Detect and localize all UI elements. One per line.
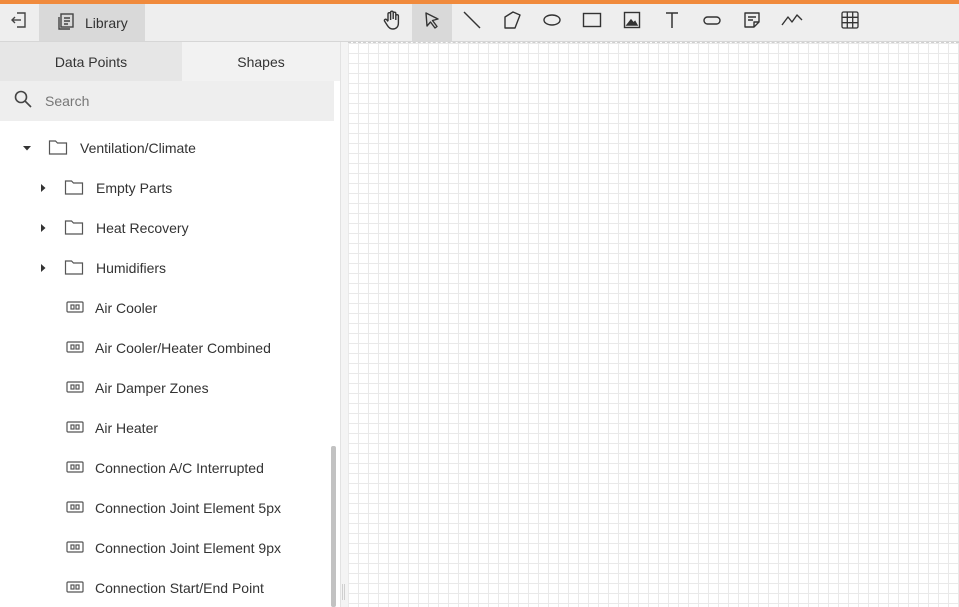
search-input[interactable]	[45, 93, 305, 109]
text-icon	[662, 10, 682, 35]
trend-icon	[781, 10, 803, 35]
button-tool[interactable]	[692, 4, 732, 41]
polygon-tool[interactable]	[492, 4, 532, 41]
tree-shape-connection-joint-5px[interactable]: Connection Joint Element 5px	[0, 488, 334, 528]
ellipse-icon	[542, 10, 562, 35]
line-tool[interactable]	[452, 4, 492, 41]
tab-data-points[interactable]: Data Points	[0, 42, 182, 81]
tree-shape-connection-ac-interrupted[interactable]: Connection A/C Interrupted	[0, 448, 334, 488]
text-tool[interactable]	[652, 4, 692, 41]
caret-right-icon[interactable]	[37, 182, 49, 194]
folder-icon	[48, 138, 68, 159]
tree-shape-air-cooler-heater-combined[interactable]: Air Cooler/Heater Combined	[0, 328, 334, 368]
grid-tool[interactable]	[830, 4, 870, 41]
drawing-tools	[372, 4, 870, 41]
caret-right-icon[interactable]	[37, 262, 49, 274]
tree-shape-connection-start-end-point[interactable]: Connection Start/End Point	[0, 568, 334, 607]
polygon-icon	[502, 10, 522, 35]
tree-item-label: Connection Joint Element 9px	[95, 540, 281, 556]
sidebar-resize-handle[interactable]	[342, 584, 345, 600]
drawing-canvas[interactable]	[348, 42, 959, 607]
sidebar-resize-gutter[interactable]	[340, 42, 348, 607]
caret-right-icon[interactable]	[37, 222, 49, 234]
library-book-icon	[57, 12, 75, 33]
tree-item-label: Air Cooler	[95, 300, 158, 316]
tree-item-label: Connection Start/End Point	[95, 580, 264, 596]
hand-tool[interactable]	[372, 4, 412, 41]
shape-component-icon	[66, 580, 84, 597]
tree-folder-empty-parts[interactable]: Empty Parts	[0, 168, 334, 208]
exit-left-icon	[10, 11, 28, 34]
select-tool[interactable]	[412, 4, 452, 41]
shape-component-icon	[66, 500, 84, 517]
tree-shape-connection-joint-9px[interactable]: Connection Joint Element 9px	[0, 528, 334, 568]
library-label: Library	[85, 14, 128, 31]
line-icon	[462, 10, 482, 35]
image-icon	[622, 10, 642, 35]
shape-component-icon	[66, 300, 84, 317]
top-toolbar: Library	[0, 4, 959, 42]
shape-component-icon	[66, 340, 84, 357]
shape-component-icon	[66, 540, 84, 557]
shape-component-icon	[66, 460, 84, 477]
tree-shape-air-heater[interactable]: Air Heater	[0, 408, 334, 448]
library-button[interactable]: Library	[39, 4, 145, 41]
folder-icon	[64, 258, 84, 279]
tree-item-label: Air Cooler/Heater Combined	[95, 340, 271, 356]
tree-item-label: Humidifiers	[96, 260, 167, 276]
rectangle-tool[interactable]	[572, 4, 612, 41]
sidebar-tabs: Data Points Shapes	[0, 42, 340, 81]
tree-item-label: Air Heater	[95, 420, 159, 436]
shape-component-icon	[66, 420, 84, 437]
tree-item-label: Connection A/C Interrupted	[95, 460, 264, 476]
caret-down-icon[interactable]	[21, 142, 33, 154]
shape-tree: Ventilation/Climate Empty Parts Heat Rec…	[0, 128, 334, 607]
pointer-icon	[422, 10, 442, 35]
folder-icon	[64, 218, 84, 239]
tab-shapes[interactable]: Shapes	[182, 42, 340, 81]
grid-icon	[840, 10, 860, 35]
tree-folder-heat-recovery[interactable]: Heat Recovery	[0, 208, 334, 248]
tree-shape-air-cooler[interactable]: Air Cooler	[0, 288, 334, 328]
tree-shape-air-damper-zones[interactable]: Air Damper Zones	[0, 368, 334, 408]
exit-button[interactable]	[0, 4, 38, 41]
tree-item-label: Air Damper Zones	[95, 380, 209, 396]
folder-icon	[64, 178, 84, 199]
hand-icon	[381, 9, 403, 36]
ellipse-tool[interactable]	[532, 4, 572, 41]
search-bar	[0, 81, 334, 121]
tree-item-label: Empty Parts	[96, 180, 173, 196]
tree-item-label: Connection Joint Element 5px	[95, 500, 281, 516]
search-icon	[13, 89, 33, 114]
sidebar-scrollbar[interactable]	[331, 446, 336, 607]
rectangle-icon	[582, 10, 602, 35]
trend-tool[interactable]	[772, 4, 812, 41]
note-icon	[742, 10, 762, 35]
image-tool[interactable]	[612, 4, 652, 41]
tree-item-label: Ventilation/Climate	[80, 140, 196, 156]
tree-folder-humidifiers[interactable]: Humidifiers	[0, 248, 334, 288]
tree-folder-ventilation-climate[interactable]: Ventilation/Climate	[0, 128, 334, 168]
library-sidebar: Data Points Shapes Ventilation/Climate	[0, 42, 340, 607]
tree-item-label: Heat Recovery	[96, 220, 189, 236]
pill-icon	[702, 10, 722, 35]
note-tool[interactable]	[732, 4, 772, 41]
shape-component-icon	[66, 380, 84, 397]
